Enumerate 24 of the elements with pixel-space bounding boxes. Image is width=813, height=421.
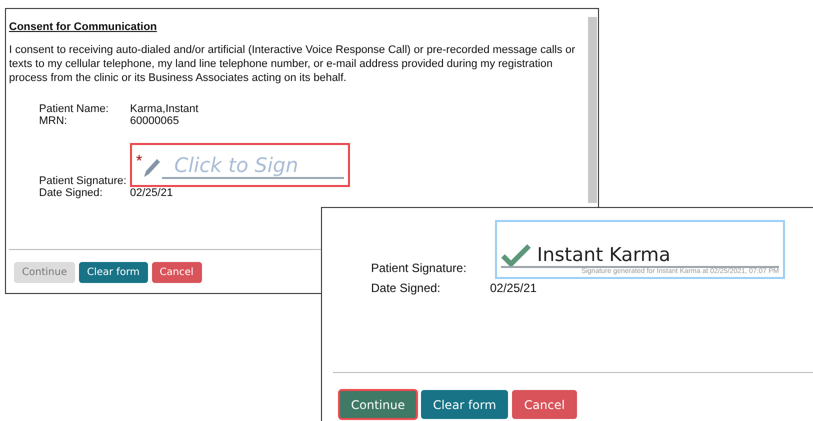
signature-label: Patient Signature:	[39, 175, 128, 187]
date-value: 02/25/21	[490, 281, 537, 295]
date-label: Date Signed:	[39, 187, 104, 199]
check-icon	[501, 244, 531, 266]
form-button[interactable]: Clear form	[420, 390, 508, 419]
form-button[interactable]: Continue	[339, 390, 417, 419]
field-label: MRN:	[39, 115, 68, 127]
field-value: Karma,Instant	[130, 103, 198, 115]
section-heading: Consent for Communication	[9, 21, 158, 33]
field-label: Patient Name:	[39, 103, 110, 115]
required-mark: *	[136, 153, 142, 171]
signature-field[interactable]: * Click to Sign	[130, 143, 350, 187]
field-value: 60000065	[130, 115, 179, 127]
signature-label: Patient Signature:	[371, 261, 468, 277]
signature-text: Instant Karma	[537, 244, 671, 266]
scrollbar[interactable]	[588, 17, 597, 203]
form-button[interactable]: Cancel	[152, 262, 202, 283]
consent-paragraph: I consent to receiving auto-dialed and/or artificial (Interactive Voice Response Call) or pre-recorded message calls or texts to my cellular telephone, my land line telephone number, or e-mail address provided during my registration process from the clinic or its Business Associates acting on its behalf.	[9, 43, 576, 85]
signature-placeholder: Click to Sign	[162, 153, 344, 179]
date-value: 02/25/21	[130, 187, 173, 199]
form-button[interactable]: Clear form	[78, 262, 148, 283]
form-button[interactable]: Cancel	[512, 390, 577, 419]
pen-icon	[142, 157, 162, 179]
date-label: Date Signed:	[371, 281, 442, 295]
